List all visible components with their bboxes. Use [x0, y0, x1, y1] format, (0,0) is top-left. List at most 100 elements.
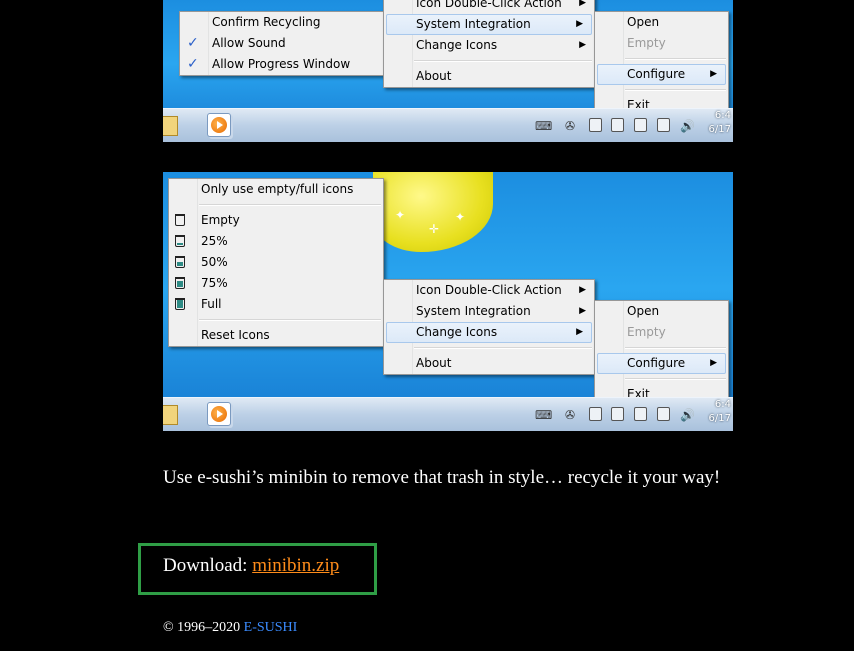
- network-error-tray-icon[interactable]: [657, 118, 670, 132]
- menu-item-allow-sound[interactable]: ✓ Allow Sound: [180, 33, 385, 54]
- bin-delete-tray-icon[interactable]: [611, 118, 624, 132]
- sparkle-icon: ✛: [429, 222, 440, 236]
- icons-menu: Only use empty/full icons Empty 25% 50% …: [168, 178, 384, 347]
- menu-item-icon-75[interactable]: 75%: [169, 273, 383, 294]
- check-icon: ✓: [187, 35, 199, 51]
- tray-clock[interactable]: 6:4 6/17: [709, 398, 731, 426]
- menu-item-label: About: [416, 356, 452, 370]
- submenu-arrow-icon: ▶: [576, 19, 583, 29]
- menu-item-configure[interactable]: Configure ▶: [597, 353, 726, 374]
- menu-item-about[interactable]: About: [384, 66, 594, 87]
- menu-item-label: Icon Double-Click Action: [416, 283, 562, 297]
- tools-icon[interactable]: ✇: [565, 408, 575, 422]
- menu-item-icon-empty[interactable]: Empty: [169, 210, 383, 231]
- menu-item-label: Allow Progress Window: [212, 57, 351, 71]
- recycle-bin-tray-icon[interactable]: [589, 407, 602, 421]
- menu-item-about[interactable]: About: [384, 353, 594, 374]
- menu-item-empty[interactable]: Empty: [595, 322, 728, 343]
- menu-item-open[interactable]: Open: [595, 301, 728, 322]
- media-player-icon[interactable]: [207, 402, 231, 426]
- volume-icon[interactable]: 🔊: [680, 119, 695, 133]
- network-error-tray-icon[interactable]: [657, 407, 670, 421]
- menu-item-label: Change Icons: [416, 38, 498, 52]
- menu-item-label: Configure: [627, 67, 686, 81]
- footer-link[interactable]: E-SUSHI: [244, 620, 298, 635]
- submenu-arrow-icon: ▶: [710, 69, 717, 79]
- menu-item-label: 50%: [201, 255, 228, 269]
- menu-item-label: 75%: [201, 276, 228, 290]
- download-link[interactable]: minibin.zip: [252, 555, 339, 576]
- menu-item-allow-progress-window[interactable]: ✓ Allow Progress Window: [180, 54, 385, 75]
- menu-item-label: Empty: [201, 213, 240, 227]
- menu-item-empty[interactable]: Empty: [595, 33, 728, 54]
- menu-item-label: About: [416, 69, 452, 83]
- submenu-arrow-icon: ▶: [710, 358, 717, 368]
- bin-75-icon: [175, 277, 185, 289]
- description-paragraph: Use e-sushi’s minibin to remove that tra…: [163, 467, 721, 488]
- copyright-text: © 1996–2020: [163, 620, 244, 635]
- bin-empty-icon: [175, 214, 185, 226]
- keyboard-icon[interactable]: ⌨: [535, 119, 552, 133]
- screenshot-1: Confirm Recycling ✓ Allow Sound ✓ Allow Pr…: [163, 0, 733, 142]
- submenu-arrow-icon: ▶: [576, 327, 583, 337]
- menu-item-system-integration[interactable]: System Integration ▶: [386, 14, 592, 35]
- menu-item-icon-double-click[interactable]: Icon Double-Click Action ▶: [384, 280, 594, 301]
- menu-item-label: System Integration: [416, 304, 531, 318]
- tray-context-menu: Open Empty Configure ▶ Exit: [594, 300, 729, 406]
- menu-item-open[interactable]: Open: [595, 12, 728, 33]
- keyboard-icon[interactable]: ⌨: [535, 408, 552, 422]
- tray-context-menu: Open Empty Configure ▶ Exit: [594, 11, 729, 117]
- taskbar: ⌨ ✇ 🔊 6:4 6/17: [163, 108, 733, 142]
- device-tray-icon[interactable]: [634, 407, 647, 421]
- main-context-menu: Icon Double-Click Action ▶ System Integra…: [383, 279, 595, 375]
- download-line: Download: minibin.zip: [163, 554, 339, 578]
- menu-separator: [625, 378, 726, 380]
- download-label: Download:: [163, 555, 253, 576]
- menu-item-label: Open: [627, 15, 660, 29]
- menu-item-reset-icons[interactable]: Reset Icons: [169, 325, 383, 346]
- sparkle-icon: ✦: [455, 210, 466, 224]
- menu-item-icon-double-click[interactable]: Icon Double-Click Action ▶: [384, 0, 594, 14]
- menu-item-label: Change Icons: [416, 325, 498, 339]
- screenshot-2: ✦ ✛ ✦ Only use empty/full icons Empty 25…: [163, 172, 733, 431]
- menu-item-icon-full[interactable]: Full: [169, 294, 383, 315]
- submenu-arrow-icon: ▶: [579, 0, 586, 8]
- menu-item-icon-50[interactable]: 50%: [169, 252, 383, 273]
- menu-separator: [625, 89, 726, 91]
- check-icon: ✓: [187, 56, 199, 72]
- clock-date: 6/17: [708, 413, 731, 424]
- explorer-folder-icon[interactable]: [163, 116, 178, 136]
- menu-separator: [414, 347, 592, 349]
- menu-item-label: Confirm Recycling: [212, 15, 321, 29]
- wallpaper-flower: [373, 172, 493, 252]
- menu-item-system-integration[interactable]: System Integration ▶: [384, 301, 594, 322]
- menu-item-label: Only use empty/full icons: [201, 182, 354, 196]
- clock-time: 6:4: [714, 399, 731, 410]
- menu-item-configure[interactable]: Configure ▶: [597, 64, 726, 85]
- menu-item-label: Configure: [627, 356, 686, 370]
- menu-separator: [625, 58, 726, 60]
- menu-item-only-empty-full[interactable]: Only use empty/full icons: [169, 179, 383, 200]
- explorer-folder-icon[interactable]: [163, 405, 178, 425]
- submenu-arrow-icon: ▶: [579, 306, 586, 316]
- submenu-arrow-icon: ▶: [579, 285, 586, 295]
- menu-item-icon-25[interactable]: 25%: [169, 231, 383, 252]
- sparkle-icon: ✦: [395, 208, 406, 222]
- menu-item-change-icons[interactable]: Change Icons ▶: [384, 35, 594, 56]
- bin-50-icon: [175, 256, 185, 268]
- device-tray-icon[interactable]: [634, 118, 647, 132]
- volume-icon[interactable]: 🔊: [680, 408, 695, 422]
- bin-25-icon: [175, 235, 185, 247]
- menu-item-change-icons[interactable]: Change Icons ▶: [386, 322, 592, 343]
- menu-separator: [625, 347, 726, 349]
- menu-item-label: Empty: [627, 36, 666, 50]
- menu-separator: [199, 319, 381, 321]
- tray-clock[interactable]: 6:4 6/17: [709, 109, 731, 137]
- recycle-bin-tray-icon[interactable]: [589, 118, 602, 132]
- tools-icon[interactable]: ✇: [565, 119, 575, 133]
- menu-item-label: Reset Icons: [201, 328, 270, 342]
- menu-item-confirm-recycling[interactable]: Confirm Recycling: [180, 12, 385, 33]
- media-player-icon[interactable]: [207, 113, 231, 137]
- bin-delete-tray-icon[interactable]: [611, 407, 624, 421]
- footer: © 1996–2020 E-SUSHI: [163, 618, 297, 638]
